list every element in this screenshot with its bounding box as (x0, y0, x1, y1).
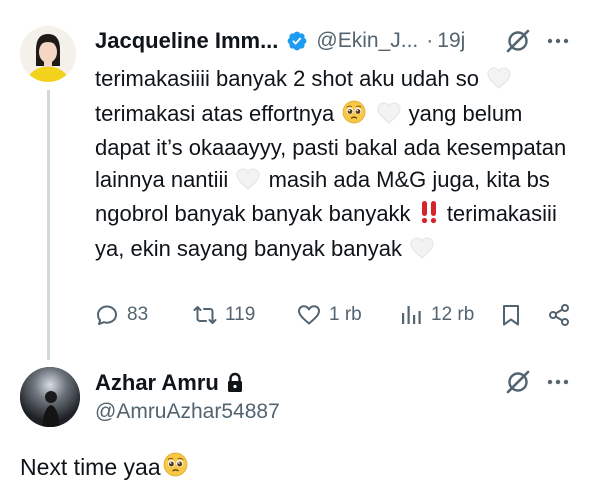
bookmark-icon (503, 305, 519, 326)
bookmark-button[interactable] (499, 300, 523, 330)
heart-icon (298, 305, 320, 325)
reply-author-avatar[interactable] (20, 367, 80, 427)
pleading-face-icon (342, 100, 366, 133)
pleading-face-icon (163, 452, 188, 483)
author-handle[interactable]: @Ekin_J... (316, 29, 418, 53)
more-options-icon[interactable] (546, 372, 570, 392)
action-bar: 83 119 1 rb 12 rb (95, 300, 575, 330)
views-count: 12 rb (431, 304, 475, 325)
reply-icon (97, 305, 117, 325)
tweet-text-part: terimakasiiii banyak 2 shot aku udah so (95, 66, 479, 91)
tweet-header: Jacqueline Imm... @Ekin_J... · 19j (95, 27, 465, 55)
reply-text: Next time yaa (20, 452, 190, 483)
separator-dot: · (426, 29, 434, 52)
more-options-icon[interactable] (546, 31, 570, 51)
tweet-text-part: terimakasi atas effortnya (95, 100, 335, 126)
like-count: 1 rb (329, 304, 362, 325)
repost-icon (193, 306, 217, 324)
views-button[interactable]: 12 rb (399, 300, 474, 330)
share-button[interactable] (547, 300, 571, 330)
like-button[interactable]: 1 rb (297, 300, 362, 330)
reply-author-name[interactable]: Azhar Amru (95, 370, 219, 396)
white-heart-icon (236, 167, 260, 199)
reply-button[interactable]: 83 (95, 300, 148, 330)
white-heart-icon (377, 101, 401, 133)
reply-author-handle[interactable]: @AmruAzhar54887 (95, 400, 280, 424)
repost-button[interactable]: 119 (193, 300, 255, 330)
grok-icon[interactable] (505, 28, 531, 54)
author-name[interactable]: Jacqueline Imm... (95, 28, 278, 54)
tweet-timestamp[interactable]: 19j (437, 29, 465, 53)
white-heart-icon (410, 236, 434, 268)
reply-count: 83 (127, 304, 149, 325)
views-icon (402, 306, 421, 324)
share-icon (549, 304, 569, 326)
reply-tweet[interactable]: Azhar Amru @AmruAzhar54887 Next time yaa (0, 345, 600, 500)
lock-icon (225, 372, 245, 394)
reply-author-name-row: Azhar Amru (95, 370, 245, 396)
white-heart-icon (487, 66, 511, 98)
tweet[interactable]: Jacqueline Imm... @Ekin_J... · 19j terim… (0, 0, 600, 360)
reply-text-content: Next time yaa (20, 454, 161, 480)
double-exclamation-icon (419, 200, 439, 233)
tweet-text: terimakasiiii banyak 2 shot aku udah so … (95, 63, 575, 267)
author-avatar[interactable] (20, 26, 76, 82)
verified-badge-icon[interactable] (286, 30, 308, 52)
repost-count: 119 (225, 304, 256, 325)
thread-line (47, 90, 50, 360)
grok-icon[interactable] (505, 369, 531, 395)
